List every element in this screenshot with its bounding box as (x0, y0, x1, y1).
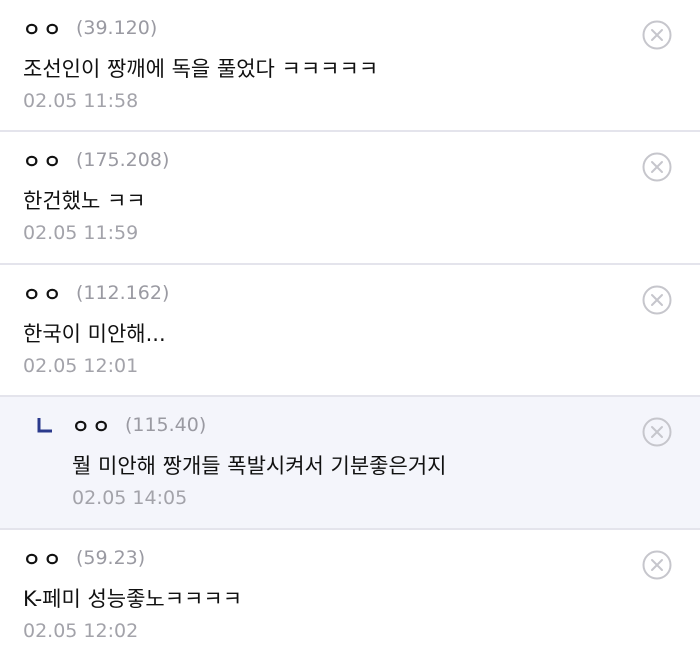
close-circle-icon (642, 20, 672, 50)
reply-item: ㅇㅇ (115.40) 뭘 미안해 짱개들 폭발시켜서 기분좋은거지 02.05… (0, 397, 700, 530)
comment-header: ㅇㅇ (39.120) (23, 14, 157, 42)
comment-date: 02.05 11:59 (23, 222, 139, 244)
delete-comment-button[interactable] (642, 285, 672, 315)
comment-text: K-페미 성능좋노ㅋㅋㅋㅋ (23, 587, 243, 611)
close-circle-icon (642, 285, 672, 315)
comment-text: 조선인이 짱깨에 독을 풀었다 ㅋㅋㅋㅋㅋ (23, 57, 379, 81)
comment-list: ㅇㅇ (39.120) 조선인이 짱깨에 독을 풀었다 ㅋㅋㅋㅋㅋ 02.05 … (0, 0, 700, 659)
comment-date: 02.05 12:01 (23, 355, 139, 377)
comment-item: ㅇㅇ (112.162) 한국이 미안해... 02.05 12:01 (0, 265, 700, 397)
comment-ip: (59.23) (75, 547, 146, 569)
delete-comment-button[interactable] (642, 550, 672, 580)
comment-header: ㅇㅇ (115.40) (72, 411, 206, 439)
comment-nickname[interactable]: ㅇㅇ (23, 280, 64, 307)
comment-date: 02.05 12:02 (23, 620, 139, 642)
reply-arrow-icon (37, 417, 53, 433)
comment-ip: (112.162) (75, 282, 170, 304)
comment-header: ㅇㅇ (59.23) (23, 544, 145, 572)
comment-ip: (115.40) (124, 414, 207, 436)
close-circle-icon (642, 417, 672, 447)
delete-comment-button[interactable] (642, 20, 672, 50)
delete-comment-button[interactable] (642, 152, 672, 182)
comment-header: ㅇㅇ (112.162) (23, 279, 169, 307)
delete-comment-button[interactable] (642, 417, 672, 447)
comment-item: ㅇㅇ (39.120) 조선인이 짱깨에 독을 풀었다 ㅋㅋㅋㅋㅋ 02.05 … (0, 0, 700, 132)
comment-text: 한국이 미안해... (23, 322, 166, 346)
close-circle-icon (642, 550, 672, 580)
comment-ip: (39.120) (75, 17, 158, 39)
comment-text: 뭘 미안해 짱개들 폭발시켜서 기분좋은거지 (72, 454, 447, 478)
comment-nickname[interactable]: ㅇㅇ (23, 147, 64, 174)
close-circle-icon (642, 152, 672, 182)
comment-item: ㅇㅇ (175.208) 한건했노 ㅋㅋ 02.05 11:59 (0, 132, 700, 265)
comment-nickname[interactable]: ㅇㅇ (72, 412, 113, 439)
comment-nickname[interactable]: ㅇㅇ (23, 15, 64, 42)
comment-date: 02.05 14:05 (72, 487, 188, 509)
comment-header: ㅇㅇ (175.208) (23, 146, 169, 174)
comment-item: ㅇㅇ (59.23) K-페미 성능좋노ㅋㅋㅋㅋ 02.05 12:02 (0, 530, 700, 659)
comment-date: 02.05 11:58 (23, 90, 139, 112)
comment-text: 한건했노 ㅋㅋ (23, 189, 146, 213)
comment-nickname[interactable]: ㅇㅇ (23, 545, 64, 572)
comment-ip: (175.208) (75, 149, 170, 171)
